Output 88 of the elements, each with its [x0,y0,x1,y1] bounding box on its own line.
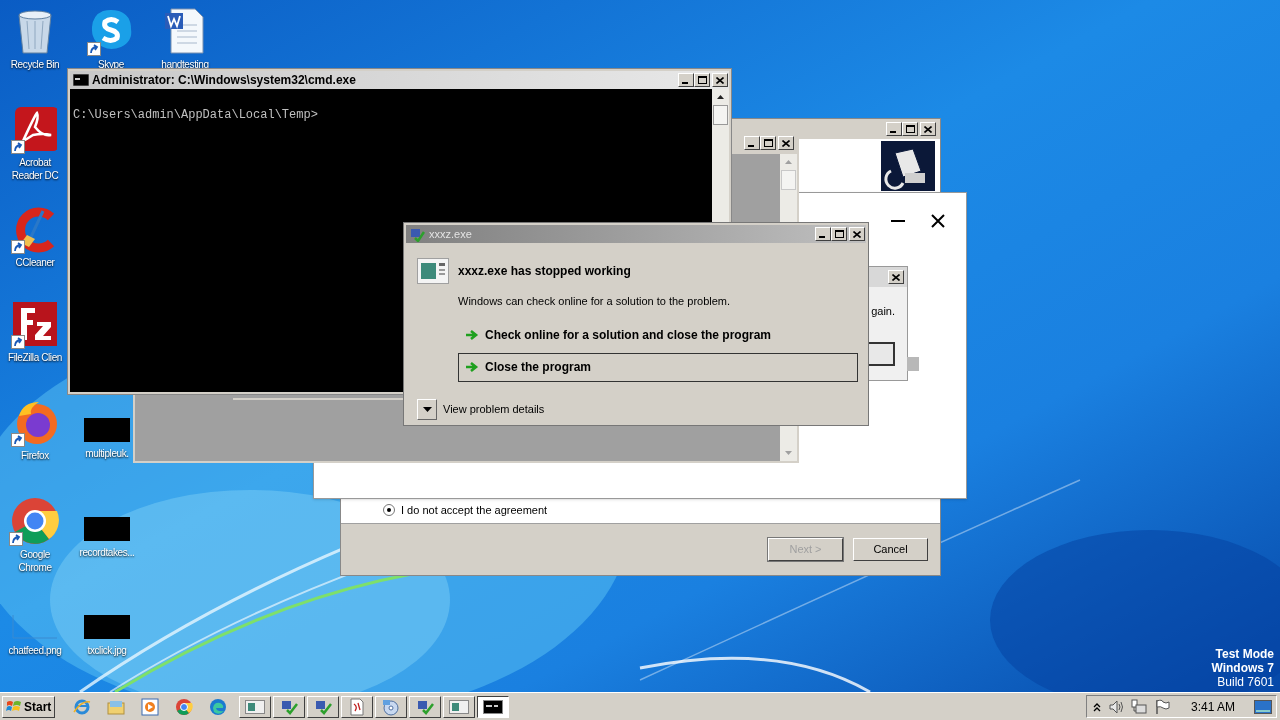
close-icon [782,139,790,147]
browser-icon[interactable] [11,497,59,545]
window-title: Administrator: C:\Windows\system32\cmd.exe [92,72,357,89]
minimize-button[interactable] [886,122,902,136]
clock[interactable]: 3:41 AM [1190,697,1235,716]
icon-label: Google Chrome [17,548,53,574]
details-link[interactable]: View problem details [443,400,545,418]
dialog-message: Windows can check online for a solution to the problem. [458,294,732,309]
quick-launch-button[interactable] [139,695,162,718]
os-watermark-text: Build 7601 [1217,675,1274,689]
close-icon [892,273,900,281]
document-icon [349,697,366,716]
windows-logo-icon [6,699,22,714]
maximize-icon [834,230,844,238]
window-icon [245,699,266,714]
app-icon [409,226,425,242]
document-icon[interactable] [163,7,207,55]
command-link[interactable]: Check online for a solution and close the program [458,320,858,350]
icon-label: CCleaner [14,256,56,269]
scroll-thumb[interactable] [713,105,728,125]
caret-icon [422,406,432,412]
cancel-button[interactable]: Cancel [853,538,928,561]
maximize-button[interactable] [831,227,847,241]
browser-icon [175,697,194,716]
network-icon[interactable] [1130,698,1147,715]
minimize-button[interactable] [744,136,760,150]
close-button[interactable] [849,227,865,241]
scroll-thumb[interactable] [781,170,796,190]
close-icon [924,125,932,133]
computer-logo-icon [881,141,935,191]
pdf-app-icon[interactable] [13,105,57,153]
flag-icon[interactable] [1153,698,1170,715]
taskbar-button[interactable] [477,695,510,718]
close-button[interactable] [920,122,936,136]
icon-label: chatfeed.png [7,644,63,657]
icon-label: recordtakes... [78,546,136,559]
close-button[interactable] [888,270,904,284]
app-icon [313,698,334,715]
cleaner-app-icon[interactable] [13,205,57,253]
icon-label: Recycle Bin [9,58,61,71]
expand-button[interactable] [417,398,437,420]
dialog-heading: xxxz.exe has stopped working [458,263,632,280]
minimize-button[interactable] [815,227,831,241]
radio-label: I do not accept the agreement [401,502,548,518]
close-button[interactable] [712,73,728,87]
bar-fragment [907,357,919,371]
close-button[interactable] [778,136,794,150]
maximize-button[interactable] [902,122,918,136]
window-title: xxxz.exe [429,226,473,242]
close-icon [716,76,724,84]
command-prompt: C:\Users\admin\AppData\Local\Temp> [73,108,318,122]
maximize-button[interactable] [694,73,710,87]
maximize-button[interactable] [760,136,776,150]
program-window-icon [417,258,449,284]
media-player-icon [141,697,160,716]
maximize-icon [763,139,773,147]
start-button[interactable]: Start [2,695,56,718]
show-desktop-icon[interactable] [1254,698,1272,715]
maximize-icon [905,125,915,133]
radio-button[interactable] [383,504,395,516]
app-icon [415,698,436,715]
console-icon [483,699,504,714]
os-watermark-text: Windows 7 [1211,661,1274,675]
browser-icon [209,697,228,716]
disc-icon [381,697,402,716]
maximize-icon [697,76,707,84]
close-icon [853,230,861,238]
minimize-button[interactable] [678,73,694,87]
console-icon [73,74,89,86]
window-icon [449,699,470,714]
icon-label: FileZilla Clien [7,351,63,364]
minimize-icon [891,220,905,222]
icon-label: Acrobat Reader DC [10,156,60,182]
icon-label: txclick.jpg [86,644,128,657]
app-icon [279,698,300,715]
os-watermark-text: Test Mode [1215,647,1274,661]
chevron-up-icon[interactable] [1092,701,1101,712]
arrow-icon [465,329,479,341]
icon-label: Firefox [20,449,50,462]
icon-label: multipleuk. [84,447,130,460]
browser-icon [73,697,92,716]
file-transfer-app-icon[interactable] [13,300,57,348]
command-link[interactable]: Close the program [458,352,858,382]
speaker-icon[interactable] [1107,698,1124,715]
arrow-icon [465,361,479,373]
close-icon [931,214,945,228]
message-text: gain. [871,304,895,319]
icon-label: handtesting [160,58,210,71]
